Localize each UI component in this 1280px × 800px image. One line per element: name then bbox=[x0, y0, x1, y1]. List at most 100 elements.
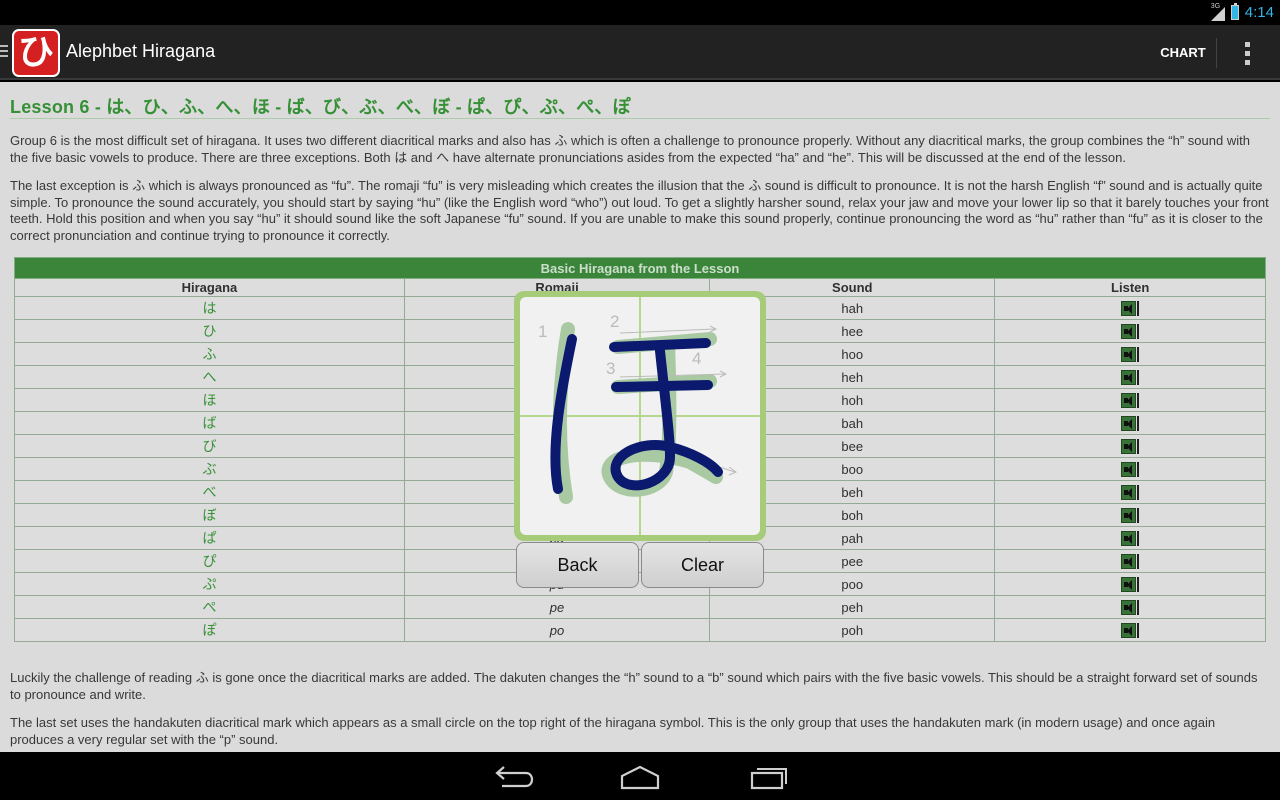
listen-cell bbox=[994, 549, 1266, 573]
speaker-icon[interactable] bbox=[1121, 577, 1137, 593]
sound-cell: peh bbox=[709, 595, 996, 619]
status-icons: 3G 4:14 bbox=[1210, 2, 1274, 23]
listen-cell bbox=[994, 503, 1266, 527]
home-icon[interactable] bbox=[610, 762, 670, 792]
table-row: ぺ pe peh bbox=[14, 595, 1266, 619]
hiragana-cell: ば bbox=[14, 411, 405, 435]
clock: 4:14 bbox=[1244, 4, 1274, 21]
listen-cell bbox=[994, 457, 1266, 481]
speaker-icon[interactable] bbox=[1121, 554, 1137, 570]
column-header-hiragana: Hiragana bbox=[14, 278, 405, 297]
navigation-bar bbox=[0, 752, 1280, 800]
recents-icon[interactable] bbox=[738, 762, 798, 792]
battery-icon bbox=[1230, 3, 1239, 20]
hiragana-cell: ひ bbox=[14, 319, 405, 343]
speaker-divider bbox=[1137, 370, 1140, 386]
guide-strokes bbox=[553, 322, 723, 504]
lesson-paragraph: The last set uses the handakuten diacrit… bbox=[10, 715, 1216, 747]
hiragana-cell: ふ bbox=[14, 342, 405, 366]
listen-cell bbox=[994, 296, 1266, 320]
chart-button[interactable]: CHART bbox=[1150, 25, 1216, 80]
speaker-divider bbox=[1137, 324, 1140, 340]
hiragana-cell: ぽ bbox=[14, 618, 405, 642]
listen-cell bbox=[994, 572, 1266, 596]
action-bar: ひ Alephbet Hiragana CHART bbox=[0, 25, 1280, 80]
listen-cell bbox=[994, 388, 1266, 412]
romaji-cell: pe bbox=[403, 595, 711, 619]
hiragana-cell: び bbox=[14, 434, 405, 458]
speaker-icon[interactable] bbox=[1121, 531, 1137, 547]
app-logo[interactable]: ひ bbox=[12, 29, 60, 77]
speaker-icon[interactable] bbox=[1121, 347, 1137, 363]
listen-cell bbox=[994, 595, 1266, 619]
speaker-divider bbox=[1137, 485, 1140, 501]
app-title: Alephbet Hiragana bbox=[66, 41, 216, 61]
speaker-icon[interactable] bbox=[1121, 600, 1137, 616]
lesson-paragraph: Group 6 is the most difficult set of hir… bbox=[10, 133, 1250, 165]
signal-icon: 3G bbox=[1210, 2, 1225, 21]
speaker-divider bbox=[1137, 577, 1140, 593]
hiragana-cell: ぱ bbox=[14, 526, 405, 550]
speaker-icon[interactable] bbox=[1121, 393, 1137, 409]
hiragana-cell: へ bbox=[14, 365, 405, 389]
speaker-divider bbox=[1137, 554, 1140, 570]
speaker-divider bbox=[1137, 623, 1140, 639]
speaker-divider bbox=[1137, 600, 1140, 616]
table-caption: Basic Hiragana from the Lesson bbox=[14, 257, 1266, 279]
listen-cell bbox=[994, 526, 1266, 550]
back-button[interactable]: Back bbox=[516, 542, 639, 588]
listen-cell bbox=[994, 480, 1266, 504]
speaker-divider bbox=[1137, 462, 1140, 478]
drawing-canvas[interactable]: 1 2 3 4 bbox=[520, 297, 760, 535]
hiragana-cell: ぶ bbox=[14, 457, 405, 481]
speaker-divider bbox=[1137, 301, 1140, 317]
speaker-divider bbox=[1137, 393, 1140, 409]
title-divider bbox=[10, 118, 1270, 119]
character-strokes bbox=[550, 322, 738, 504]
speaker-divider bbox=[1137, 508, 1140, 524]
table-row: ぷpupoo bbox=[14, 572, 1266, 596]
action-divider bbox=[1216, 38, 1217, 68]
listen-cell bbox=[994, 365, 1266, 389]
hiragana-cell: ぼ bbox=[14, 503, 405, 527]
table-row: ぴpipee bbox=[14, 549, 1266, 573]
hiragana-cell: は bbox=[14, 296, 405, 320]
hiragana-cell: べ bbox=[14, 480, 405, 504]
hiragana-cell: ぺ bbox=[14, 595, 405, 619]
romaji-cell: po bbox=[403, 618, 711, 642]
listen-cell bbox=[994, 319, 1266, 343]
speaker-divider bbox=[1137, 439, 1140, 455]
listen-cell bbox=[994, 342, 1266, 366]
hiragana-cell: ほ bbox=[14, 388, 405, 412]
speaker-divider bbox=[1137, 416, 1140, 432]
column-header-listen: Listen bbox=[994, 278, 1266, 297]
status-bar: 3G 4:14 bbox=[0, 0, 1280, 25]
sound-cell: poh bbox=[709, 618, 996, 642]
speaker-icon[interactable] bbox=[1121, 370, 1137, 386]
lesson-paragraph: Luckily the challenge of reading ふ is go… bbox=[10, 670, 1258, 702]
speaker-icon[interactable] bbox=[1121, 485, 1137, 501]
network-type: 3G bbox=[1210, 2, 1221, 10]
listen-cell bbox=[994, 411, 1266, 435]
clear-button[interactable]: Clear bbox=[641, 542, 764, 588]
speaker-icon[interactable] bbox=[1121, 301, 1137, 317]
listen-cell bbox=[994, 618, 1266, 642]
speaker-icon[interactable] bbox=[1121, 324, 1137, 340]
speaker-icon[interactable] bbox=[1121, 439, 1137, 455]
speaker-icon[interactable] bbox=[1121, 623, 1137, 639]
lesson-paragraph: The last exception is ふ which is always … bbox=[10, 178, 1269, 243]
speaker-icon[interactable] bbox=[1121, 508, 1137, 524]
speaker-icon[interactable] bbox=[1121, 462, 1137, 478]
hiragana-cell: ぴ bbox=[14, 549, 405, 573]
speaker-icon[interactable] bbox=[1121, 416, 1137, 432]
app-logo-glyph: ひ bbox=[17, 32, 54, 73]
lesson-title: Lesson 6 - は、ひ、ふ、へ、ほ - ば、び、ぶ、べ、ぼ - ぱ、ぴ、ぷ… bbox=[10, 97, 631, 117]
drawer-icon[interactable] bbox=[0, 45, 8, 60]
listen-cell bbox=[994, 434, 1266, 458]
back-icon[interactable] bbox=[482, 762, 542, 792]
speaker-divider bbox=[1137, 531, 1140, 547]
hiragana-cell: ぷ bbox=[14, 572, 405, 596]
lesson-content[interactable]: Lesson 6 - は、ひ、ふ、へ、ほ - ば、び、ぶ、べ、ぼ - ぱ、ぴ、ぷ… bbox=[0, 82, 1280, 752]
overflow-menu-icon[interactable] bbox=[1230, 39, 1264, 67]
speaker-divider bbox=[1137, 347, 1140, 363]
